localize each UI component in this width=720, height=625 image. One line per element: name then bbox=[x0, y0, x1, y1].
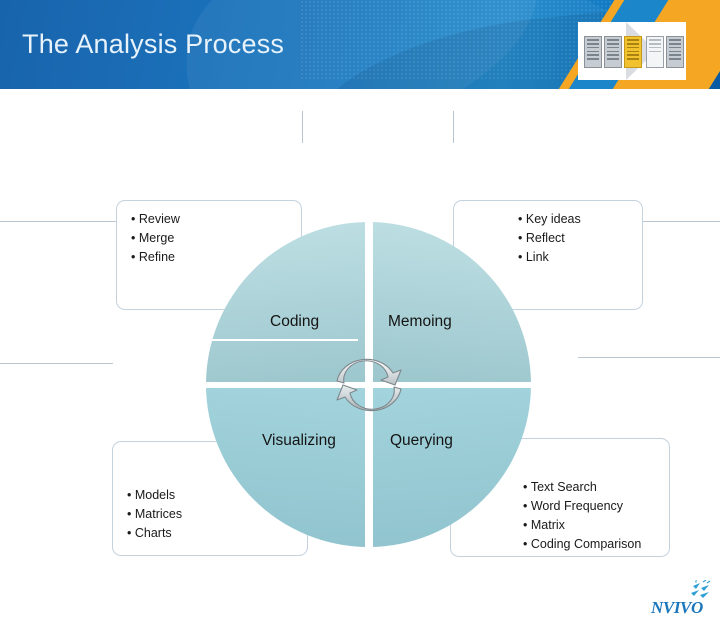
quadrant-label-querying: Querying bbox=[390, 432, 453, 449]
thumbnail-card-highlighted bbox=[624, 36, 642, 68]
diagram-stage: Review Merge Refine Key ideas Reflect Li… bbox=[0, 89, 720, 617]
list-item: Key ideas bbox=[518, 210, 642, 229]
list-item: Text Search bbox=[523, 478, 669, 497]
thumbnail-card bbox=[666, 36, 684, 68]
quadrant-label-visualizing: Visualizing bbox=[262, 432, 336, 449]
list-item: Coding Comparison bbox=[523, 535, 669, 554]
list-item: Word Frequency bbox=[523, 497, 669, 516]
list-item: Reflect bbox=[518, 229, 642, 248]
page-title: The Analysis Process bbox=[22, 29, 285, 59]
connector-line-coding-h bbox=[0, 221, 120, 222]
nvivo-wordmark: NVIVO bbox=[651, 598, 703, 617]
thumbnail-card bbox=[584, 36, 602, 68]
nvivo-logo: NVIVO bbox=[651, 579, 713, 620]
connector-line-memoing-h bbox=[642, 221, 720, 222]
cycle-wheel-diagram: Coding Memoing Visualizing Querying bbox=[203, 219, 534, 550]
slide-header-banner: The Analysis Process bbox=[0, 0, 720, 89]
list-item: Matrix bbox=[523, 516, 669, 535]
quadrant-label-coding: Coding bbox=[270, 313, 320, 330]
quadrant-label-memoing: Memoing bbox=[388, 313, 452, 330]
connector-line-query-h bbox=[578, 357, 720, 358]
connector-line-coding bbox=[302, 111, 303, 143]
slide-thumbnail bbox=[578, 22, 686, 80]
connector-line-memoing bbox=[453, 111, 454, 143]
connector-line-visual-h bbox=[0, 363, 113, 364]
coding-underline-rule bbox=[206, 339, 358, 341]
thumbnail-card bbox=[604, 36, 622, 68]
thumbnail-card bbox=[646, 36, 664, 68]
list-item: Link bbox=[518, 248, 642, 267]
cycle-arrows-icon bbox=[325, 351, 413, 419]
